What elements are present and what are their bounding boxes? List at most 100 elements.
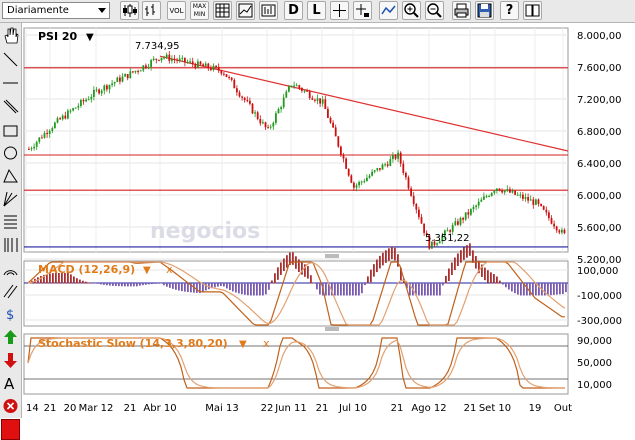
macd-histogram-bar [91, 282, 93, 284]
macd-histogram-bar [79, 279, 81, 284]
candle-body [46, 132, 48, 135]
candle-body [493, 190, 496, 193]
macd-title[interactable]: MACD (12,26,9) [38, 263, 135, 276]
price-tick-label: 8.000,00 [577, 31, 622, 42]
chart-area: negocios PSI 20 ▼ 7.734,95 5.351,22 8.00… [23, 27, 622, 414]
candle-body [223, 73, 225, 75]
stochastic-title[interactable]: Stochastic Slow (14,3,3,80,20) [38, 337, 228, 350]
candle-body [134, 70, 137, 73]
macd-histogram-bar [457, 253, 459, 266]
candle-body [418, 209, 420, 218]
candle-body [420, 217, 423, 224]
macd-histogram-bar [544, 283, 546, 296]
macd-histogram-bar [172, 283, 174, 289]
high-label: 7.734,95 [135, 41, 180, 52]
macd-histogram-bar [169, 283, 171, 288]
candle-body [243, 97, 246, 101]
candle-body [269, 126, 272, 128]
macd-histogram-bar [112, 283, 114, 286]
price-tick-label: 5.200,00 [577, 255, 622, 266]
macd-histogram-bar [250, 283, 252, 296]
candle-body [446, 230, 449, 232]
macd-histogram-bar [499, 280, 501, 284]
candle-body [272, 122, 275, 127]
macd-histogram-bar [181, 283, 183, 292]
instrument-title[interactable]: PSI 20 [38, 30, 78, 43]
macd-histogram-bar [226, 283, 228, 289]
color-swatch[interactable] [1, 419, 20, 440]
macd-histogram-bar [277, 267, 279, 280]
candle-body [475, 205, 477, 208]
candle-body [87, 99, 90, 101]
candle-body [54, 122, 56, 129]
candle-body [470, 209, 472, 215]
macd-histogram-bar [325, 283, 327, 296]
candle-body [111, 83, 113, 85]
candle-body [204, 63, 207, 67]
candle-body [113, 82, 116, 84]
macd-histogram-bar [214, 283, 216, 288]
candle-body [477, 201, 480, 206]
macd-histogram-bar [256, 283, 258, 296]
macd-histogram-bar [127, 283, 129, 287]
candle-body [561, 229, 563, 233]
time-tick-label: Ago 12 [411, 403, 446, 414]
macd-histogram-bar [550, 283, 552, 296]
macd-histogram-bar [382, 252, 384, 266]
macd-histogram-bar [448, 268, 450, 282]
candle-body [90, 96, 93, 100]
macd-histogram-bar [556, 283, 558, 295]
candle-body [82, 100, 85, 102]
macd-histogram-bar [40, 275, 42, 284]
macd-tick-label: -300,000 [577, 316, 622, 327]
candle-body [485, 196, 488, 198]
candle-body [33, 146, 35, 149]
stochastic-close-icon[interactable]: x [263, 337, 270, 350]
macd-histogram-bar [118, 283, 120, 287]
macd-histogram-bar [442, 283, 444, 286]
macd-close-icon[interactable]: x [166, 263, 173, 276]
candle-body [355, 185, 358, 188]
instrument-dropdown-icon[interactable]: ▼ [86, 32, 94, 43]
stochastic-tick-label: 50,000 [577, 358, 612, 369]
macd-histogram-bar [427, 283, 429, 296]
candle-body [210, 68, 212, 71]
macd-histogram-bar [100, 283, 102, 285]
macd-histogram-bar [343, 283, 345, 296]
macd-histogram-bar [508, 283, 510, 290]
macd-histogram-bar [238, 283, 240, 294]
candle-body [511, 190, 514, 193]
stochastic-tick-label: 90,000 [577, 336, 612, 347]
macd-histogram-bar [223, 283, 225, 287]
candle-body [72, 108, 74, 111]
macd-histogram-bar [424, 283, 426, 296]
stochastic-dropdown-icon[interactable]: ▼ [239, 339, 247, 350]
macd-histogram-bar [487, 270, 489, 283]
macd-histogram-bar [472, 250, 474, 263]
price-panel [23, 27, 569, 253]
candle-body [103, 85, 106, 91]
candle-body [516, 194, 519, 196]
candle-body [503, 190, 506, 193]
candle-body [285, 91, 288, 98]
price-tick-label: 6.800,00 [577, 127, 622, 138]
candle-body [93, 89, 95, 97]
candle-body [28, 149, 30, 150]
macd-dropdown-icon[interactable]: ▼ [143, 265, 151, 276]
macd-axis: 100,000 -100,000 -300,000 [577, 266, 622, 327]
panel-splitter[interactable] [325, 254, 339, 258]
candle-body [363, 181, 366, 183]
macd-histogram-bar [490, 272, 492, 284]
candle-body [194, 64, 197, 68]
candle-body [558, 230, 561, 233]
macd-histogram-bar [352, 283, 354, 296]
macd-histogram-bar [349, 283, 351, 296]
candle-body [207, 63, 210, 69]
panel-splitter-2[interactable] [325, 327, 339, 331]
candle-body [498, 188, 501, 191]
candle-body [35, 141, 38, 147]
candle-body [152, 58, 155, 61]
macd-histogram-bar [259, 283, 261, 296]
candle-body [350, 175, 353, 183]
candle-body [542, 205, 545, 210]
